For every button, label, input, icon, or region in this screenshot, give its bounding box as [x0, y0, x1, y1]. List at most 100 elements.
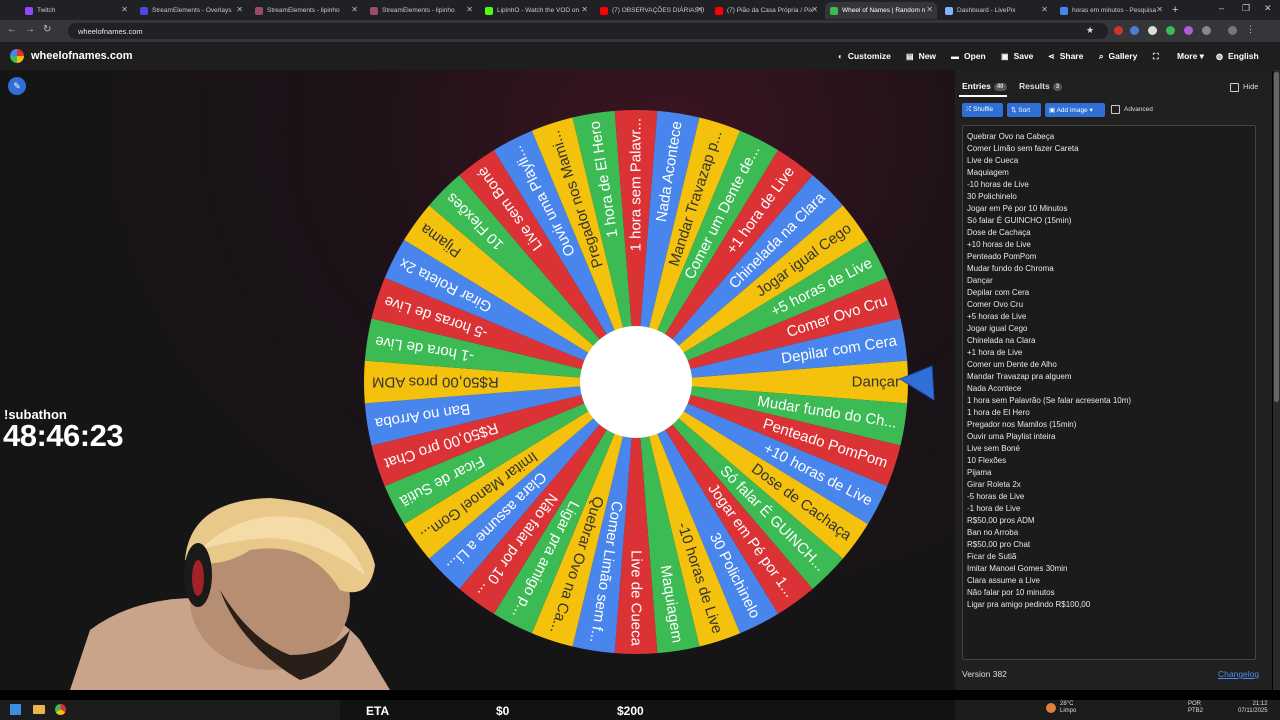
- advanced-toggle[interactable]: Advanced: [1111, 105, 1153, 114]
- hide-checkbox[interactable]: [1230, 82, 1239, 92]
- tab-close-icon[interactable]: ✕: [811, 5, 818, 14]
- reload-icon[interactable]: ↻: [43, 24, 51, 35]
- entry-line: Clara assume a Live: [967, 576, 1040, 585]
- add-image-button[interactable]: ▣ Add image ▾: [1045, 103, 1105, 117]
- wheel-segment-label: R$50,00 pros ADM: [372, 374, 499, 391]
- hide-toggle[interactable]: Hide: [1230, 82, 1258, 92]
- menu-item-customize[interactable]: ◐ Customize: [838, 51, 891, 61]
- menu-label: Customize: [847, 51, 891, 61]
- extension-icon[interactable]: [1184, 26, 1193, 35]
- wheel[interactable]: DançarMudar fundo do Ch...Penteado PomPo…: [361, 107, 911, 657]
- tab-entries[interactable]: Entries 40: [962, 81, 1007, 91]
- active-tab-indicator: [959, 95, 1007, 97]
- windows-start-icon[interactable]: [10, 704, 21, 715]
- menu-item-share[interactable]: ⋖ Share: [1048, 51, 1083, 61]
- maximize-button[interactable]: ❐: [1242, 3, 1250, 14]
- menu-item-open[interactable]: ▬ Open: [951, 51, 986, 61]
- entry-line: Pregador nos Mamilos (15min): [967, 420, 1077, 429]
- menu-item-gallery[interactable]: ⌕ Gallery: [1099, 51, 1137, 62]
- back-icon[interactable]: ←: [7, 24, 17, 35]
- menu-label: English: [1227, 51, 1259, 61]
- tab-close-icon[interactable]: ✕: [696, 5, 703, 14]
- extension-icon[interactable]: [1148, 26, 1157, 35]
- tab-title: horas em minutos - Pesquisa: [1072, 7, 1157, 14]
- changelog-link[interactable]: Changelog: [1218, 669, 1259, 679]
- entry-line: Nada Acontece: [967, 384, 1022, 393]
- browser-tab[interactable]: (7) Pião da Casa Própria / Pix ✕: [710, 2, 822, 19]
- menu-label: Gallery: [1108, 51, 1138, 61]
- tab-favicon-icon: [600, 7, 608, 15]
- entry-line: Chinelada na Clara: [967, 336, 1036, 345]
- tab-title: Twitch: [37, 7, 56, 14]
- extensions-puzzle-icon[interactable]: [1202, 26, 1211, 35]
- tab-entries-label: Entries: [962, 81, 991, 91]
- shuffle-button[interactable]: ⤮ Shuffle: [962, 103, 1003, 117]
- close-window-button[interactable]: ✕: [1264, 3, 1272, 14]
- forward-icon[interactable]: →: [25, 24, 35, 35]
- tab-favicon-icon: [25, 7, 33, 15]
- wheel-center[interactable]: [580, 326, 692, 438]
- minimize-button[interactable]: –: [1219, 3, 1224, 13]
- entry-line: Ouvir uma Playlist inteira: [967, 432, 1056, 441]
- entry-line: Ligar pra amigo pedindo R$100,00: [967, 600, 1091, 609]
- tab-close-icon[interactable]: ✕: [121, 5, 128, 14]
- hide-label: Hide: [1243, 82, 1259, 91]
- menu-item-english[interactable]: ◍ English: [1216, 51, 1259, 61]
- browser-menu-icon[interactable]: ⋮: [1246, 24, 1255, 35]
- language-code: POR: [1188, 701, 1202, 707]
- entry-line: Ficar de Sutiã: [967, 552, 1017, 561]
- tab-results[interactable]: Results 3: [1019, 81, 1063, 91]
- extension-icon[interactable]: [1130, 26, 1139, 35]
- entry-line: Mudar fundo do Chroma: [967, 264, 1054, 273]
- new-tab-button[interactable]: +: [1172, 4, 1178, 16]
- file-explorer-icon[interactable]: [33, 705, 45, 714]
- entry-line: -1 hora de Live: [967, 504, 1021, 513]
- system-clock[interactable]: 21:12 07/11/2025: [1238, 701, 1268, 715]
- tab-close-icon[interactable]: ✕: [236, 5, 243, 14]
- tab-close-icon[interactable]: ✕: [466, 5, 473, 14]
- browser-tab[interactable]: StreamElements - Overlays ✕: [135, 2, 247, 19]
- tab-close-icon[interactable]: ✕: [1041, 5, 1048, 14]
- entry-line: R$50,00 pro Chat: [967, 540, 1031, 549]
- menu-item-fullscreen[interactable]: ⛶: [1153, 51, 1164, 62]
- browser-tab[interactable]: Wheel of Names | Random n ✕: [825, 2, 937, 19]
- edit-pencil-icon[interactable]: ✎: [8, 77, 26, 95]
- language-indicator[interactable]: POR PTB2: [1188, 701, 1203, 715]
- browser-tab[interactable]: StreamElements - lipinho ✕: [365, 2, 477, 19]
- extension-icon[interactable]: [1114, 26, 1123, 35]
- chrome-icon[interactable]: [55, 704, 66, 715]
- entry-line: Comer Ovo Cru: [967, 300, 1024, 309]
- sort-button[interactable]: ⇅ Sort: [1007, 103, 1041, 117]
- scrollbar-thumb[interactable]: [1274, 72, 1279, 402]
- menu-item-more[interactable]: More ▾: [1177, 51, 1204, 62]
- weather-widget[interactable]: 28°C Limpo: [1060, 701, 1076, 715]
- browser-tab[interactable]: StreamElements - lipinho ✕: [250, 2, 362, 19]
- tab-results-label: Results: [1019, 81, 1050, 91]
- wheel-segment-label: Dançar: [852, 374, 900, 391]
- browser-tab[interactable]: LipinhO - Watch the VOD on ✕: [480, 2, 592, 19]
- browser-tab[interactable]: Dashboard - LivePix ✕: [940, 2, 1052, 19]
- entry-line: Pijama: [967, 468, 992, 477]
- tab-close-icon[interactable]: ✕: [581, 5, 588, 14]
- entries-count-badge: 40: [993, 82, 1007, 91]
- browser-tab[interactable]: Twitch ✕: [20, 2, 132, 19]
- wheel-segment-label: 1 hora sem Palavr...: [628, 118, 645, 251]
- menu-item-save[interactable]: ▣ Save: [1001, 51, 1033, 61]
- tab-close-icon[interactable]: ✕: [351, 5, 358, 14]
- browser-tab[interactable]: horas em minutos - Pesquisa ✕: [1055, 2, 1167, 19]
- entry-line: 1 hora de El Hero: [967, 408, 1030, 417]
- windows-taskbar: [0, 700, 340, 720]
- wheel-segment-label: Live de Cueca: [628, 550, 645, 647]
- globe-icon: ◍: [1216, 52, 1223, 61]
- menu-item-new[interactable]: ▤ New: [906, 51, 936, 61]
- browser-tab[interactable]: (7) OBSERVAÇÕES DIÁRIAS (I ✕: [595, 2, 707, 19]
- tab-close-icon[interactable]: ✕: [1156, 5, 1163, 14]
- extension-icon[interactable]: [1166, 26, 1175, 35]
- site-name[interactable]: wheelofnames.com: [31, 50, 132, 62]
- address-bar[interactable]: wheelofnames.com: [68, 23, 1108, 39]
- profile-avatar[interactable]: [1228, 26, 1237, 35]
- advanced-checkbox[interactable]: [1111, 105, 1120, 114]
- tab-close-icon[interactable]: ✕: [926, 5, 933, 14]
- bookmark-star-icon[interactable]: ★: [1086, 25, 1094, 36]
- site-navbar: [0, 42, 1280, 71]
